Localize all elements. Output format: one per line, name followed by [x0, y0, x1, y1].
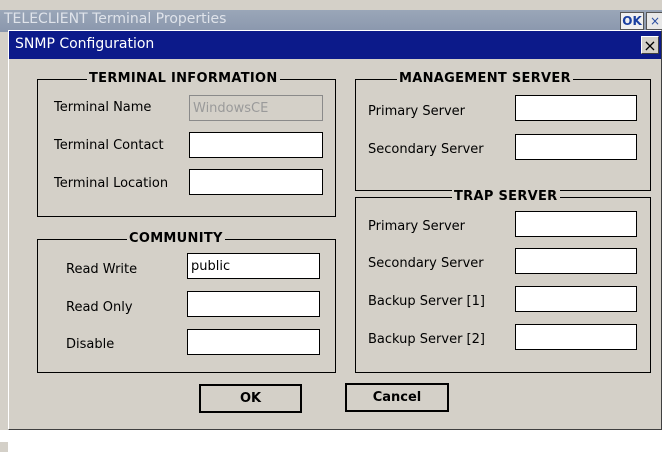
terminal-name-field	[189, 95, 323, 121]
trap-secondary-server-field[interactable]	[515, 248, 637, 274]
management-primary-server-field[interactable]	[515, 95, 637, 121]
terminal-information-group: TERMINAL INFORMATION Terminal Name Termi…	[37, 71, 336, 217]
read-only-field[interactable]	[187, 291, 320, 317]
dialog-titlebar[interactable]: SNMP Configuration ×	[9, 31, 661, 59]
background-ok-button[interactable]: OK	[620, 12, 644, 30]
terminal-location-field[interactable]	[189, 169, 323, 195]
disable-label: Disable	[66, 337, 115, 352]
backup-server-2-label: Backup Server [2]	[368, 332, 485, 347]
cancel-button[interactable]: Cancel	[345, 383, 449, 412]
background-window-title: TELECLIENT Terminal Properties	[4, 11, 227, 27]
terminal-contact-field[interactable]	[189, 132, 323, 158]
background-left-edge	[0, 32, 8, 452]
trap-server-title: TRAP SERVER	[452, 189, 560, 205]
background-titlebar: TELECLIENT Terminal Properties	[0, 10, 662, 32]
background-close-icon[interactable]: ×	[646, 12, 662, 30]
read-write-label: Read Write	[66, 262, 138, 277]
read-only-label: Read Only	[66, 300, 133, 315]
community-group: COMMUNITY Read Write Read Only Disable	[37, 231, 336, 373]
dialog-title: SNMP Configuration	[15, 36, 155, 52]
ok-button[interactable]: OK	[199, 384, 302, 413]
backup-server-1-label: Backup Server [1]	[368, 294, 485, 309]
management-server-group: MANAGEMENT SERVER Primary Server Seconda…	[355, 71, 651, 191]
community-title: COMMUNITY	[127, 231, 225, 247]
trap-secondary-server-label: Secondary Server	[368, 256, 484, 271]
management-server-title: MANAGEMENT SERVER	[397, 71, 573, 87]
read-write-field[interactable]	[187, 253, 320, 279]
background-bottom-edge	[0, 430, 662, 442]
backup-server-2-field[interactable]	[515, 324, 637, 350]
trap-server-group: TRAP SERVER Primary Server Secondary Ser…	[355, 189, 651, 373]
trap-primary-server-field[interactable]	[515, 211, 637, 237]
management-primary-server-label: Primary Server	[368, 104, 465, 119]
terminal-contact-label: Terminal Contact	[54, 138, 164, 153]
close-icon[interactable]: ×	[641, 36, 659, 54]
terminal-name-label: Terminal Name	[54, 100, 152, 115]
snmp-configuration-dialog: SNMP Configuration × TERMINAL INFORMATIO…	[8, 30, 662, 430]
management-secondary-server-field[interactable]	[515, 134, 637, 160]
disable-field[interactable]	[187, 329, 320, 355]
terminal-information-title: TERMINAL INFORMATION	[87, 71, 280, 87]
management-secondary-server-label: Secondary Server	[368, 142, 484, 157]
trap-primary-server-label: Primary Server	[368, 219, 465, 234]
backup-server-1-field[interactable]	[515, 286, 637, 312]
terminal-location-label: Terminal Location	[54, 176, 169, 191]
